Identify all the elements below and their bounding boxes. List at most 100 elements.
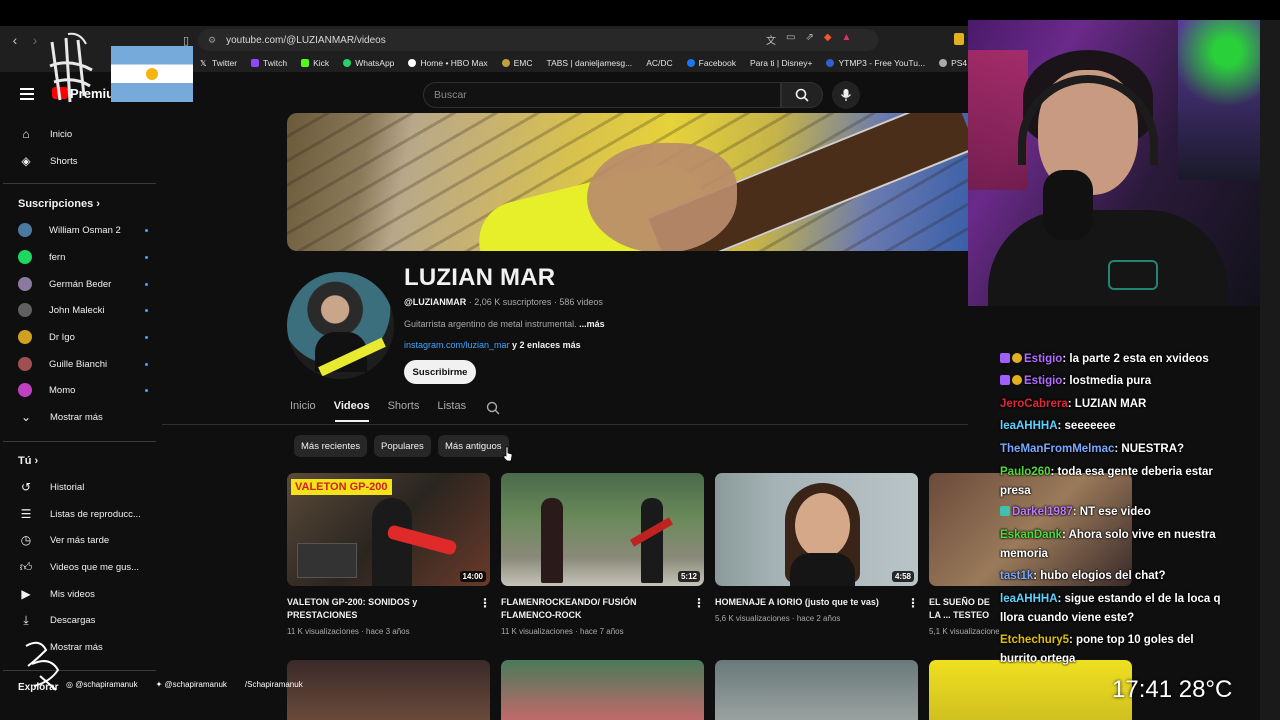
chevron-right-icon: › <box>31 455 39 467</box>
bookmark-kick[interactable]: Kick <box>301 58 329 68</box>
sidebar-subscription[interactable]: Dr Igo <box>18 326 148 348</box>
sidebar-item-liked[interactable]: 👍︎ Videos que me gus... <box>18 556 148 578</box>
search-button[interactable] <box>781 82 823 108</box>
streamer-webcam <box>968 20 1260 306</box>
sidebar-subscription[interactable]: Germán Beder <box>18 273 148 295</box>
translate-icon[interactable]: 文 <box>766 32 776 47</box>
channel-stats: · 2,06 K suscriptores · 586 videos <box>466 297 603 307</box>
channel-banner <box>287 113 968 251</box>
avatar <box>18 383 32 397</box>
search-input[interactable]: Buscar <box>423 82 781 108</box>
bookmark-facebook[interactable]: Facebook <box>686 58 736 68</box>
you-header[interactable]: Tú › <box>18 455 38 467</box>
bookmark-twitter[interactable]: 𝕏 Twitter <box>200 58 237 68</box>
bookmark-hbo[interactable]: Home • HBO Max <box>408 58 488 68</box>
bookmark-whatsapp[interactable]: WhatsApp <box>343 58 394 68</box>
scrollbar-track[interactable] <box>1260 20 1280 720</box>
chat-message: JeroCabrera: LUZIAN MAR <box>1000 398 1147 410</box>
filter-popular-chip[interactable]: Populares <box>374 435 431 457</box>
video-title[interactable]: FLAMENROCKEANDO/ FUSIÓN FLAMENCO-ROCK <box>501 596 689 622</box>
sidebar-item-shorts[interactable]: ◈ Shorts <box>18 150 148 172</box>
my-videos-icon: ▶ <box>21 587 31 601</box>
chevron-down-icon: ⌄ <box>20 410 32 424</box>
avatar <box>18 357 32 371</box>
active-tab-underline <box>335 420 369 422</box>
sidebar-item-home[interactable]: ⌂ Inicio <box>18 123 148 145</box>
instagram-link[interactable]: instagram.com/luzian_mar <box>404 340 510 350</box>
sidebar-item-history[interactable]: ↺ Historial <box>18 476 148 498</box>
bookmark-acdc[interactable]: AC/DC <box>646 58 672 68</box>
sidebar-item-downloads[interactable]: ⤓ Descargas <box>18 609 148 631</box>
channel-meta: @LUZIANMAR · 2,06 K suscriptores · 586 v… <box>404 297 603 307</box>
channel-description[interactable]: Guitarrista argentino de metal instrumen… <box>404 319 605 329</box>
channel-search-icon[interactable] <box>486 401 500 415</box>
search-placeholder: Buscar <box>434 89 467 101</box>
rewards-icon[interactable]: ▲ <box>842 32 852 47</box>
thumbs-up-icon: 👍︎ <box>19 559 33 574</box>
channel-handle: @LUZIANMAR <box>404 297 467 307</box>
facebook-handle: /Schapiramanuk <box>244 680 303 689</box>
sidebar-item-watch-later[interactable]: ◷ Ver más tarde <box>18 529 148 551</box>
sidebar-subscription[interactable]: Guille Bianchi <box>18 353 148 375</box>
filter-newest-chip[interactable]: Más recientes <box>294 435 368 457</box>
extension-icon[interactable] <box>954 33 964 45</box>
subscriber-badge-icon <box>1000 353 1010 363</box>
video-thumbnail[interactable] <box>715 660 918 720</box>
new-content-dot <box>145 388 148 392</box>
bookmark-twitch[interactable]: Twitch <box>251 58 287 68</box>
video-thumbnail[interactable]: 5:12 <box>501 473 704 586</box>
brave-shield-icon[interactable]: ◆ <box>824 32 832 47</box>
subscriptions-header[interactable]: Suscripciones › <box>18 198 100 210</box>
video-duration: 5:12 <box>677 571 700 582</box>
tab-videos[interactable]: Videos <box>334 400 370 412</box>
chat-message: Paulo260: toda esa gente deberia estar p… <box>1000 466 1213 497</box>
more-actions-icon[interactable]: ⋮ <box>479 596 491 610</box>
voice-search-button[interactable] <box>832 81 860 109</box>
video-meta: 11 K visualizaciones · hace 3 años <box>287 627 410 636</box>
video-title[interactable]: EL SUEÑO DE LA ... TESTEO <box>929 596 999 622</box>
sidebar-subscription[interactable]: Momo <box>18 379 148 401</box>
bookmark-tabs[interactable]: TABS | danieljamesg... <box>547 58 633 68</box>
channel-links[interactable]: instagram.com/luzian_mar y 2 enlaces más <box>404 340 581 350</box>
sidebar-item-playlists[interactable]: ☰ Listas de reproducc... <box>18 503 148 525</box>
sidebar-subscription[interactable]: fern <box>18 246 148 268</box>
video-thumbnail[interactable] <box>929 660 1132 720</box>
video-title[interactable]: VALETON GP-200: SONIDOS y PRESTACIONES <box>287 596 475 622</box>
sidebar-item-my-videos[interactable]: ▶ Mis videos <box>18 583 148 605</box>
twitter-handle: ✦ @schapiramanuk <box>155 680 227 689</box>
description-more-link[interactable]: ...más <box>579 319 605 329</box>
menu-icon[interactable] <box>20 88 34 100</box>
bookmark-disney[interactable]: Para ti | Disney+ <box>750 58 812 68</box>
video-thumbnail[interactable] <box>287 660 490 720</box>
more-actions-icon[interactable]: ⋮ <box>907 596 919 610</box>
video-title[interactable]: HOMENAJE A IORIO (justo que te vas) <box>715 596 903 609</box>
instagram-handle: ◎ @schapiramanuk <box>66 680 138 689</box>
avatar <box>18 330 32 344</box>
badge-icon <box>1000 506 1010 516</box>
filter-oldest-chip[interactable]: Más antiguos <box>438 435 509 457</box>
channel-avatar[interactable] <box>287 272 394 379</box>
tab-home[interactable]: Inicio <box>290 400 316 412</box>
video-thumbnail[interactable]: 4:58 <box>715 473 918 586</box>
share-icon[interactable]: ⇗ <box>805 32 813 47</box>
tab-playlists[interactable]: Listas <box>437 400 466 412</box>
more-actions-icon[interactable]: ⋮ <box>693 596 705 610</box>
sidebar-subscription[interactable]: John Malecki <box>18 299 148 321</box>
cast-icon[interactable]: ▭ <box>786 32 795 47</box>
microphone-icon <box>840 89 852 101</box>
back-icon[interactable]: ‹ <box>5 30 25 50</box>
sidebar-subscription[interactable]: William Osman 2 <box>18 219 148 241</box>
video-thumbnail[interactable] <box>501 660 704 720</box>
tab-shorts[interactable]: Shorts <box>388 400 420 412</box>
site-settings-icon[interactable]: ⚙ <box>208 35 216 46</box>
video-duration: 14:00 <box>459 571 486 582</box>
chat-message: Estigio: lostmedia pura <box>1000 372 1230 391</box>
home-icon: ⌂ <box>22 127 30 141</box>
more-links[interactable]: y 2 enlaces más <box>510 340 581 350</box>
sidebar-show-more[interactable]: ⌄ Mostrar más <box>18 406 148 428</box>
bookmark-emc[interactable]: EMC <box>501 58 533 68</box>
bookmark-ytmp3[interactable]: YTMP3 - Free YouTu... <box>826 58 925 68</box>
bookmark-ps4[interactable]: PS4 Arc <box>939 58 968 68</box>
subscribe-button[interactable]: Suscribirme <box>404 360 476 384</box>
video-thumbnail[interactable]: VALETON GP-200 14:00 <box>287 473 490 586</box>
